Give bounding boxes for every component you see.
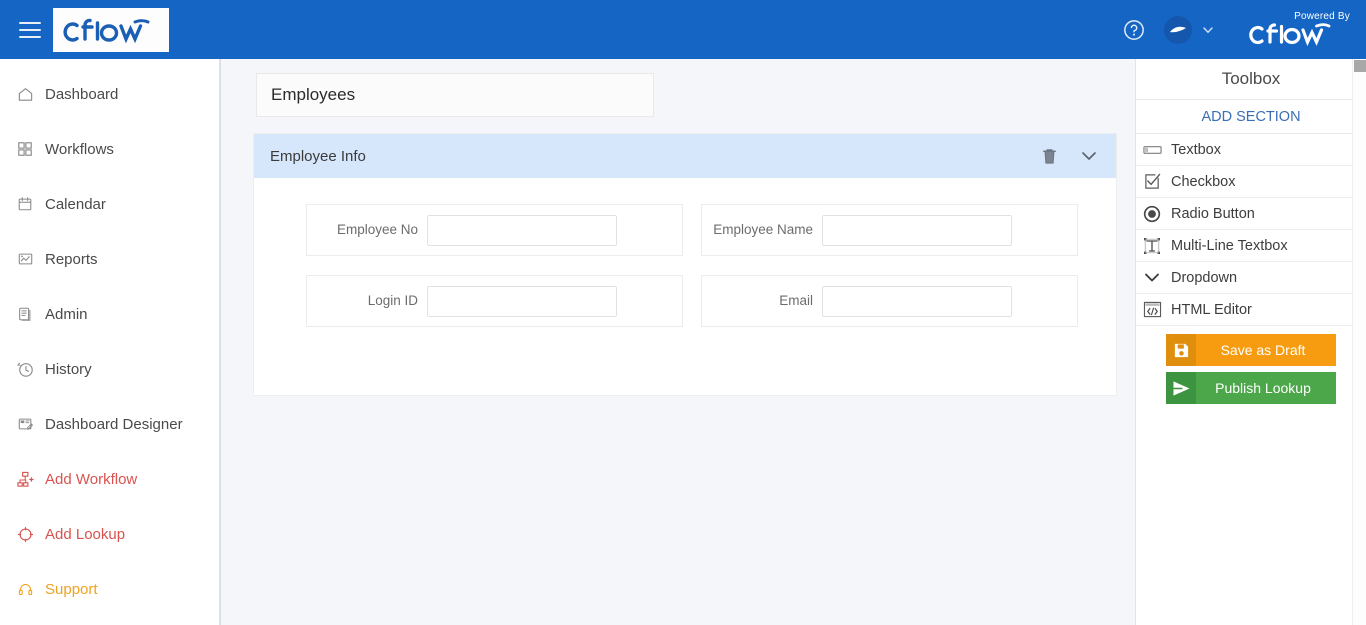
sidebar-item-label: Dashboard xyxy=(45,85,119,103)
field-employee-no[interactable]: Employee No xyxy=(306,204,683,256)
clock-icon xyxy=(16,360,34,378)
send-icon xyxy=(1166,372,1196,404)
field-label: Employee Name xyxy=(713,222,813,237)
tool-item-label: Multi-Line Textbox xyxy=(1171,237,1288,254)
sidebar-item-dashboard-designer[interactable]: Dashboard Designer xyxy=(0,405,219,443)
form-designer-canvas: Employees Employee Info Employee No Empl… xyxy=(221,59,1136,625)
help-circle-icon[interactable] xyxy=(1123,19,1145,41)
employee-name-input[interactable] xyxy=(822,214,1012,246)
page-vertical-scrollbar[interactable] xyxy=(1352,59,1366,625)
tool-item-label: Dropdown xyxy=(1171,269,1238,286)
code-icon xyxy=(1142,300,1162,320)
sidebar-item-reports[interactable]: Reports xyxy=(0,240,219,278)
main-content-area: Employees Employee Info Employee No Empl… xyxy=(220,59,1366,625)
tool-item-textbox[interactable]: Textbox xyxy=(1136,134,1366,166)
headset-icon xyxy=(16,580,34,598)
field-email[interactable]: Email xyxy=(701,275,1078,327)
tool-item-label: Textbox xyxy=(1171,141,1221,158)
hamburger-menu-icon[interactable] xyxy=(19,21,41,38)
tool-item-checkbox[interactable]: Checkbox xyxy=(1136,166,1366,198)
save-as-draft-button[interactable]: Save as Draft xyxy=(1166,334,1336,366)
section-title: Employee Info xyxy=(270,147,366,165)
radio-button-icon xyxy=(1142,204,1162,224)
checkbox-icon xyxy=(1142,172,1162,192)
sidebar-item-add-workflow[interactable]: Add Workflow xyxy=(0,460,219,498)
sidebar-item-calendar[interactable]: Calendar xyxy=(0,185,219,223)
field-label: Employee No xyxy=(336,222,418,237)
user-chevron-down-icon[interactable] xyxy=(1202,24,1214,36)
section-fields: Employee No Employee Name Login ID Email xyxy=(254,178,1116,346)
toolbox-panel: Toolbox ADD SECTION Textbox Checkbox Rad… xyxy=(1135,59,1366,625)
sidebar-item-label: Reports xyxy=(45,250,98,268)
sidebar-item-admin[interactable]: Admin xyxy=(0,295,219,333)
user-avatar[interactable] xyxy=(1164,15,1192,44)
login-id-input[interactable] xyxy=(427,285,617,317)
multiline-textbox-icon xyxy=(1142,236,1162,256)
dashboard-designer-icon xyxy=(16,415,34,433)
tool-item-label: HTML Editor xyxy=(1171,301,1252,318)
tool-item-label: Radio Button xyxy=(1171,205,1255,222)
header-actions: Powered By xyxy=(1123,0,1366,59)
home-icon xyxy=(16,85,34,103)
save-icon xyxy=(1166,334,1196,366)
report-icon xyxy=(16,250,34,268)
section-collapse-chevron-down-icon[interactable] xyxy=(1080,150,1098,162)
add-workflow-icon xyxy=(16,470,34,488)
scrollbar-thumb[interactable] xyxy=(1354,60,1366,72)
tool-item-html-editor[interactable]: HTML Editor xyxy=(1136,294,1366,326)
add-lookup-icon xyxy=(16,525,34,543)
publish-lookup-button[interactable]: Publish Lookup xyxy=(1166,372,1336,404)
grid-icon xyxy=(16,140,34,158)
sidebar-item-label: Calendar xyxy=(45,195,106,213)
save-as-draft-label: Save as Draft xyxy=(1220,342,1306,358)
sidebar-item-label: History xyxy=(45,360,92,378)
sidebar-item-label: Dashboard Designer xyxy=(45,415,183,433)
sidebar-item-workflows[interactable]: Workflows xyxy=(0,130,219,168)
employee-no-input[interactable] xyxy=(427,214,617,246)
top-header-bar: Powered By xyxy=(0,0,1366,59)
avatar-swoosh-icon xyxy=(1170,26,1186,32)
section-tools xyxy=(1041,147,1098,166)
tool-item-radio-button[interactable]: Radio Button xyxy=(1136,198,1366,230)
left-sidebar-nav: Dashboard Workflows Calendar Reports Adm… xyxy=(0,59,220,625)
sidebar-item-history[interactable]: History xyxy=(0,350,219,388)
sidebar-item-dashboard[interactable]: Dashboard xyxy=(0,75,219,113)
sidebar-item-label: Support xyxy=(45,580,98,598)
email-input[interactable] xyxy=(822,285,1012,317)
textbox-icon xyxy=(1142,140,1162,160)
field-label: Login ID xyxy=(367,293,418,308)
book-icon xyxy=(16,305,34,323)
sidebar-item-support[interactable]: Support xyxy=(0,570,219,608)
form-section-card: Employee Info Employee No Employee Name … xyxy=(253,133,1117,396)
tool-item-dropdown[interactable]: Dropdown xyxy=(1136,262,1366,294)
section-header: Employee Info xyxy=(254,134,1116,178)
publish-lookup-label: Publish Lookup xyxy=(1215,380,1311,396)
dropdown-chevron-down-icon xyxy=(1142,268,1162,288)
page-title: Employees xyxy=(271,85,356,104)
powered-by-block: Powered By xyxy=(1248,11,1352,49)
sidebar-item-label: Add Lookup xyxy=(45,525,126,543)
form-title-card[interactable]: Employees xyxy=(256,73,654,117)
field-label: Email xyxy=(779,293,813,308)
field-employee-name[interactable]: Employee Name xyxy=(701,204,1078,256)
cflow-logo-mark xyxy=(63,18,150,43)
trash-icon[interactable] xyxy=(1041,147,1058,166)
tool-item-label: Checkbox xyxy=(1171,173,1236,190)
calendar-icon xyxy=(16,195,34,213)
sidebar-item-add-lookup[interactable]: Add Lookup xyxy=(0,515,219,553)
sidebar-item-label: Workflows xyxy=(45,140,114,158)
sidebar-item-label: Add Workflow xyxy=(45,470,138,488)
toolbox-title: Toolbox xyxy=(1136,59,1366,100)
cflow-logo[interactable] xyxy=(53,7,169,52)
tool-item-multi-line-textbox[interactable]: Multi-Line Textbox xyxy=(1136,230,1366,262)
powered-by-cflow-logo xyxy=(1249,22,1331,46)
sidebar-item-label: Admin xyxy=(45,305,88,323)
field-login-id[interactable]: Login ID xyxy=(306,275,683,327)
add-section-button[interactable]: ADD SECTION xyxy=(1136,100,1366,134)
